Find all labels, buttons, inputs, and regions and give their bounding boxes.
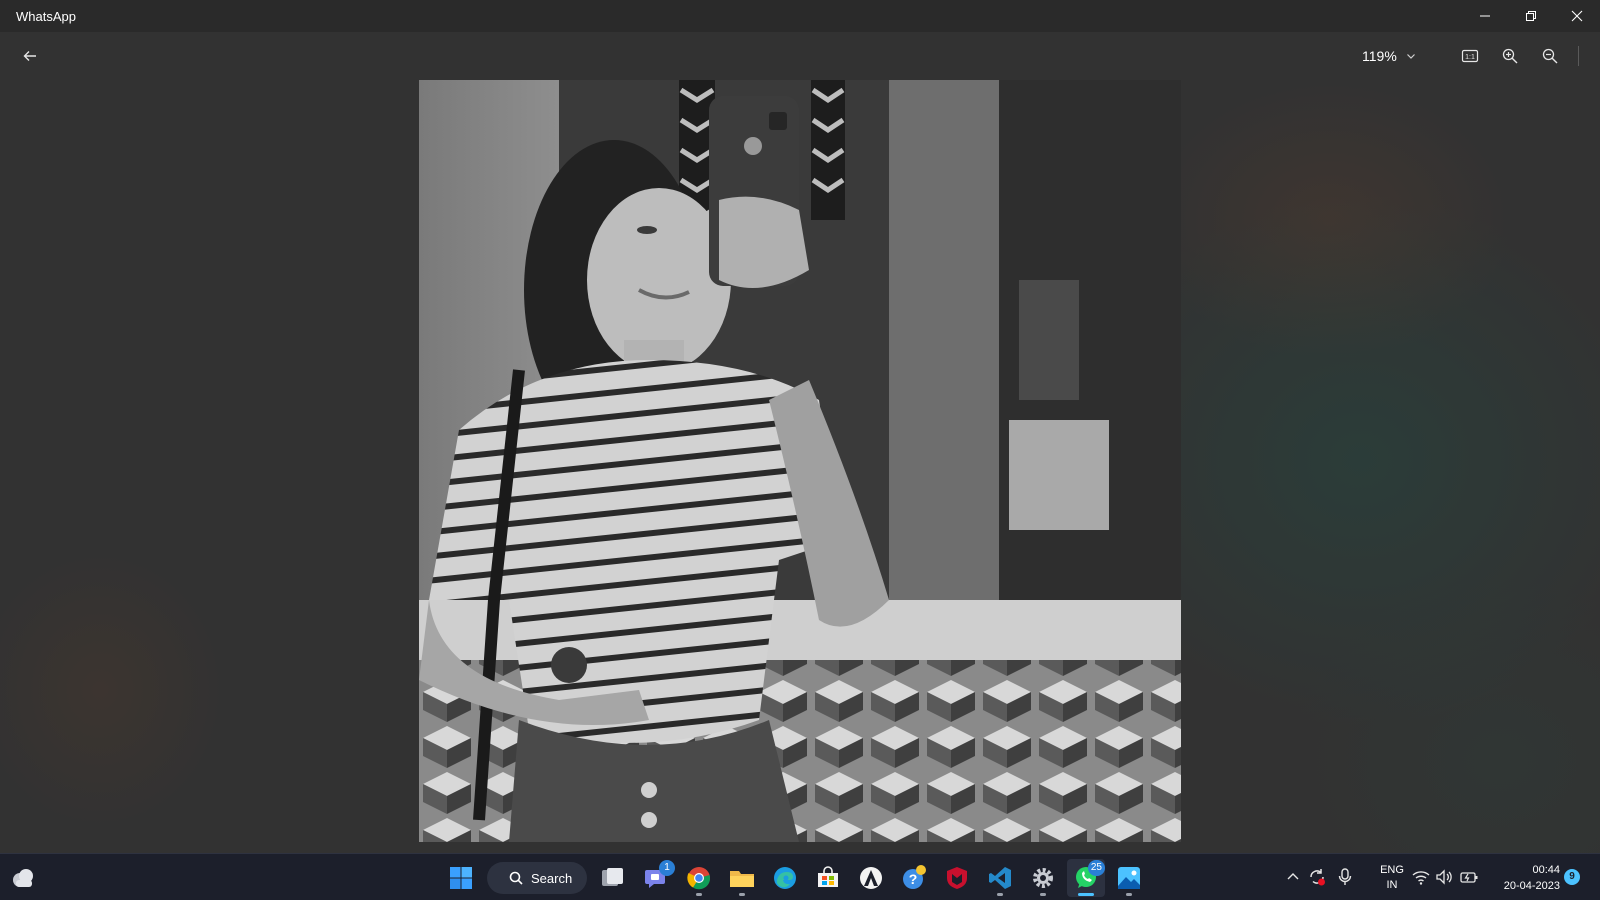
settings-button[interactable] <box>1024 859 1062 897</box>
close-icon <box>1571 10 1583 22</box>
actual-size-button[interactable]: 1:1 <box>1454 42 1486 70</box>
close-button[interactable] <box>1554 0 1600 32</box>
arch-app-button[interactable] <box>852 859 890 897</box>
task-view-icon <box>602 868 623 886</box>
back-button[interactable] <box>14 42 46 70</box>
svg-text:1:1: 1:1 <box>1465 54 1475 61</box>
help-icon: ? <box>903 865 926 889</box>
arrow-left-icon <box>23 51 36 61</box>
clock-time: 00:44 <box>1532 864 1560 876</box>
chrome-button[interactable] <box>680 859 718 897</box>
actual-size-icon: 1:1 <box>1461 49 1479 63</box>
toolbar-divider <box>1578 46 1579 66</box>
speaker-icon <box>1436 869 1452 885</box>
chevron-up-icon <box>1287 873 1299 880</box>
wifi-icon <box>1412 871 1430 885</box>
running-indicator <box>1126 893 1132 896</box>
minimize-button[interactable] <box>1462 0 1508 32</box>
zoom-out-button[interactable] <box>1534 42 1566 70</box>
volume-status[interactable] <box>1433 866 1455 888</box>
svg-text:?: ? <box>909 871 918 887</box>
chrome-icon <box>687 867 711 890</box>
notification-center-badge[interactable]: 9 <box>1564 869 1580 885</box>
running-indicator <box>1078 893 1094 896</box>
clock-date: 20-04-2023 <box>1503 880 1560 892</box>
language-region: IN <box>1386 879 1398 891</box>
title-bar[interactable]: WhatsApp <box>0 0 1600 32</box>
mcafee-shield-icon <box>947 867 967 889</box>
running-indicator <box>696 893 702 896</box>
photo-image <box>419 80 1181 842</box>
arch-icon <box>860 867 882 889</box>
taskbar: Search 1 ? 25 ENG IN 00:44 20-04-2023 9 <box>0 853 1600 900</box>
running-indicator <box>739 893 745 896</box>
edge-icon <box>774 867 796 889</box>
restore-button[interactable] <box>1508 0 1554 32</box>
restore-icon <box>1526 11 1536 21</box>
battery-charging-icon <box>1460 872 1478 883</box>
running-indicator <box>1040 893 1046 896</box>
taskbar-search[interactable]: Search <box>487 862 587 894</box>
weather-widget[interactable] <box>4 859 42 897</box>
running-indicator <box>997 893 1003 896</box>
gear-icon <box>1033 868 1053 888</box>
photos-icon <box>1118 867 1140 889</box>
mcafee-button[interactable] <box>938 859 976 897</box>
chevron-down-icon <box>1406 54 1415 59</box>
window-title: WhatsApp <box>16 9 76 24</box>
edge-button[interactable] <box>766 859 804 897</box>
search-label: Search <box>531 870 573 886</box>
battery-status[interactable] <box>1458 866 1480 888</box>
windows-logo-icon <box>450 867 472 889</box>
file-explorer-button[interactable] <box>723 859 761 897</box>
microphone-icon <box>1338 868 1352 885</box>
sync-alert-icon <box>1310 869 1325 886</box>
zoom-out-icon <box>1542 48 1558 64</box>
vs-code-button[interactable] <box>981 859 1019 897</box>
store-icon <box>818 866 838 887</box>
zoom-value: 119% <box>1362 48 1397 64</box>
whatsapp-badge: 25 <box>1087 860 1105 876</box>
weather-cloud-icon <box>13 869 33 887</box>
minimize-icon <box>1480 15 1490 17</box>
get-help-button[interactable]: ? <box>895 859 933 897</box>
language-code: ENG <box>1380 864 1404 876</box>
folder-icon <box>730 871 754 887</box>
search-icon <box>509 871 523 885</box>
start-button[interactable] <box>442 859 480 897</box>
photos-button[interactable] <box>1110 859 1148 897</box>
input-language-indicator[interactable]: ENG IN <box>1370 863 1414 893</box>
photo-viewer-window: WhatsApp 119% 1:1 <box>0 0 1600 853</box>
viewed-photo[interactable] <box>419 80 1181 842</box>
vscode-icon <box>989 867 1011 889</box>
whatsapp-button[interactable]: 25 <box>1067 859 1105 897</box>
show-hidden-icons-button[interactable] <box>1282 866 1304 888</box>
microphone-button[interactable] <box>1334 866 1356 888</box>
zoom-in-button[interactable] <box>1494 42 1526 70</box>
zoom-level-dropdown[interactable]: 119% <box>1362 42 1436 70</box>
teams-chat-badge: 1 <box>659 860 675 876</box>
task-view-button[interactable] <box>594 859 632 897</box>
teams-chat-button[interactable]: 1 <box>637 859 675 897</box>
system-clock[interactable]: 00:44 20-04-2023 <box>1490 862 1560 894</box>
wifi-status[interactable] <box>1410 866 1432 888</box>
zoom-in-icon <box>1502 48 1518 64</box>
microsoft-store-button[interactable] <box>809 859 847 897</box>
sync-status-button[interactable] <box>1306 866 1328 888</box>
